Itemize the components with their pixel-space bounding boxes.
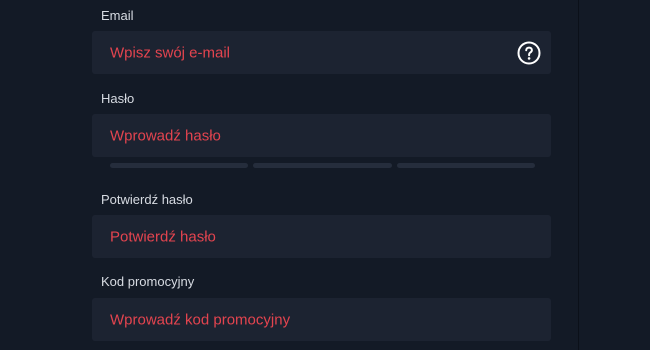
password-strength-meter: [110, 163, 535, 168]
strength-segment: [253, 163, 392, 168]
confirm-password-field[interactable]: Potwierdź hasło: [92, 215, 551, 258]
confirm-password-label: Potwierdź hasło: [101, 192, 193, 207]
email-field[interactable]: Wpisz swój e-mail: [92, 31, 551, 74]
registration-form: Email Wpisz swój e-mail Hasło Wprowadź h…: [0, 0, 578, 350]
confirm-password-placeholder: Potwierdź hasło: [110, 228, 216, 245]
email-label: Email: [101, 8, 134, 23]
question-circle-icon[interactable]: [517, 41, 541, 65]
password-field[interactable]: Wprowadź hasło: [92, 114, 551, 157]
promo-code-field[interactable]: Wprowadź kod promocyjny: [92, 298, 551, 341]
promo-code-label: Kod promocyjny: [101, 274, 195, 289]
promo-code-placeholder: Wprowadź kod promocyjny: [110, 311, 291, 328]
password-placeholder: Wprowadź hasło: [110, 127, 221, 144]
strength-segment: [110, 163, 249, 168]
password-label: Hasło: [101, 91, 135, 106]
email-placeholder: Wpisz swój e-mail: [110, 44, 231, 61]
page: Email Wpisz swój e-mail Hasło Wprowadź h…: [0, 0, 650, 350]
panel-divider: [578, 0, 579, 350]
strength-segment: [396, 163, 535, 168]
